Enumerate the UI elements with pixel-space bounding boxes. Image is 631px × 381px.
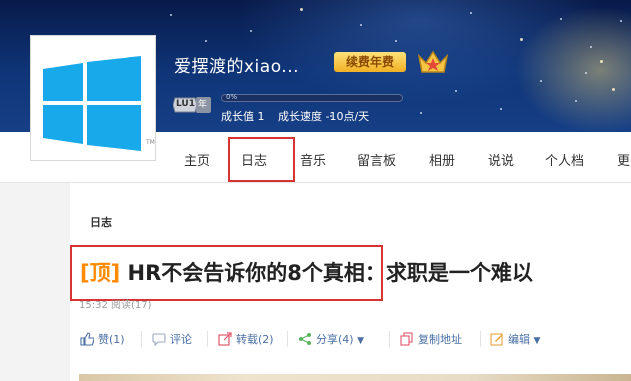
post-image-preview bbox=[79, 374, 631, 381]
section-title: 日志 bbox=[90, 216, 112, 229]
highlight-box-post-title bbox=[70, 245, 383, 301]
nav-item-moments[interactable]: 说说 bbox=[488, 150, 514, 169]
trademark-mark: TM bbox=[146, 139, 155, 146]
comment-icon bbox=[152, 333, 166, 346]
action-divider bbox=[141, 331, 142, 347]
crown-icon[interactable] bbox=[416, 48, 450, 76]
growth-speed: 成长速度 -10点/天 bbox=[278, 110, 370, 123]
nav-item-music[interactable]: 音乐 bbox=[300, 150, 326, 169]
avatar[interactable]: TM bbox=[30, 35, 156, 161]
action-divider bbox=[480, 331, 481, 347]
level-suffix: 年 bbox=[198, 100, 208, 110]
copy-link-label: 复制地址 bbox=[418, 333, 462, 346]
nav-item-more[interactable]: 更 bbox=[617, 150, 630, 169]
growth-progress-percent: 0% bbox=[226, 93, 238, 101]
comment-button[interactable]: 评论 bbox=[152, 331, 192, 347]
edit-dropdown-icon[interactable]: ▼ bbox=[534, 336, 541, 346]
like-label: 赞(1) bbox=[98, 333, 125, 346]
thumbs-up-icon bbox=[80, 332, 94, 346]
action-divider bbox=[287, 331, 288, 347]
share-dropdown-icon[interactable]: ▼ bbox=[357, 336, 364, 346]
highlight-box-blog-tab bbox=[228, 137, 295, 182]
edit-button[interactable]: 编辑 ▼ bbox=[490, 331, 540, 347]
action-divider bbox=[207, 331, 208, 347]
repost-button[interactable]: 转载(2) bbox=[218, 331, 274, 347]
nav-item-home[interactable]: 主页 bbox=[184, 150, 210, 169]
edit-icon bbox=[490, 333, 503, 346]
level-label: LU1 bbox=[176, 99, 195, 109]
share-button[interactable]: 分享(4) ▼ bbox=[298, 331, 364, 347]
comment-label: 评论 bbox=[170, 333, 192, 346]
level-badge: LU1 年 bbox=[172, 95, 213, 115]
nav-item-profile[interactable]: 个人档 bbox=[545, 150, 584, 169]
share-arrow-icon bbox=[218, 332, 232, 346]
action-divider bbox=[389, 331, 390, 347]
growth-value: 成长值 1 bbox=[221, 110, 265, 123]
growth-progress-bar bbox=[221, 94, 403, 102]
share-nodes-icon bbox=[299, 333, 311, 345]
repost-label: 转载(2) bbox=[236, 333, 274, 346]
share-label: 分享(4) bbox=[316, 333, 354, 346]
vip-renew-badge[interactable]: 续费年费 bbox=[334, 52, 406, 72]
like-button[interactable]: 赞(1) bbox=[80, 331, 125, 347]
nav-item-album[interactable]: 相册 bbox=[429, 150, 455, 169]
windows-logo-icon bbox=[43, 56, 141, 151]
post-meta: 15:32 阅读(17) bbox=[79, 300, 152, 311]
copy-icon bbox=[400, 332, 413, 346]
profile-nickname[interactable]: 爱摆渡的xiao... bbox=[174, 52, 299, 77]
edit-label: 编辑 bbox=[508, 333, 530, 346]
nav-item-guestbook[interactable]: 留言板 bbox=[357, 150, 396, 169]
copy-link-button[interactable]: 复制地址 bbox=[400, 331, 462, 347]
